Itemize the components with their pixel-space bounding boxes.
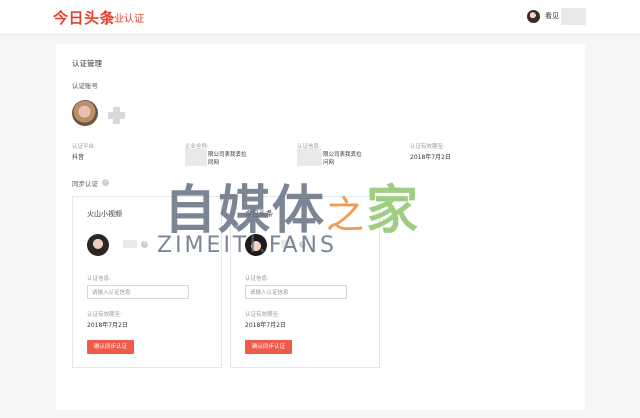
- account-section-title: 认证账号: [72, 82, 98, 90]
- info-value-cert: 限公司表我丢拉 问网: [323, 152, 362, 166]
- confirm-sync-button[interactable]: 确认同步认证: [245, 340, 292, 354]
- sync-card-platform: 火山小视频: [87, 210, 122, 218]
- sync-card-avatar: [87, 234, 109, 256]
- redacted-name: [123, 240, 137, 248]
- redacted-cert: [297, 149, 322, 166]
- cert-info-input[interactable]: 请输入认证信息: [87, 285, 189, 299]
- question-circle-icon[interactable]: ?: [102, 179, 109, 186]
- page-subtitle: 企业认证: [104, 14, 144, 25]
- info-value-company: 限公司表我丢拉 同网: [208, 152, 247, 166]
- info-label-platform: 认证平台:: [72, 144, 96, 150]
- sync-card-huoshan: 火山小视频 ? 认证信息: 请输入认证信息 认证有效期至: 2018年7月2日 …: [72, 196, 222, 368]
- sync-card-avatar: [245, 234, 267, 256]
- sync-card-validity-value: 2018年7月2日: [245, 322, 286, 329]
- sync-card-info-label: 认证信息:: [245, 276, 269, 282]
- sync-card-platform: 今日头条: [245, 210, 273, 218]
- sync-section-title: 同步认证: [72, 180, 98, 188]
- username[interactable]: 看见: [545, 11, 559, 21]
- info-icon[interactable]: ?: [299, 241, 306, 248]
- redacted-company: [185, 149, 207, 166]
- info-value-platform: 抖音: [72, 154, 85, 161]
- cert-info-input[interactable]: 请输入认证信息: [245, 285, 347, 299]
- main-card: 认证管理 认证账号 认证平台: 抖音 企业全称: 限公司表我丢拉 同网 认证信息…: [56, 44, 585, 410]
- account-avatar: [72, 100, 98, 126]
- user-avatar[interactable]: [527, 10, 540, 23]
- sync-card-validity-label: 认证有效期至:: [87, 312, 122, 318]
- sync-card-toutiao: 今日头条 ? 认证信息: 请输入认证信息 认证有效期至: 2018年7月2日 确…: [230, 196, 380, 368]
- redacted-name: [281, 240, 295, 248]
- top-bar: 今日头条 企业认证 看见: [0, 0, 640, 35]
- sync-card-validity-label: 认证有效期至:: [245, 312, 280, 318]
- page-title: 认证管理: [72, 59, 102, 68]
- info-value-validity: 2018年7月2日: [410, 154, 451, 161]
- sync-card-validity-value: 2018年7月2日: [87, 322, 128, 329]
- sync-card-info-label: 认证信息:: [87, 276, 111, 282]
- confirm-sync-button[interactable]: 确认同步认证: [87, 340, 134, 354]
- add-account-icon[interactable]: [108, 107, 125, 124]
- info-label-validity: 认证有效期至:: [410, 144, 445, 150]
- redacted-username: [561, 8, 586, 25]
- info-icon[interactable]: ?: [141, 241, 148, 248]
